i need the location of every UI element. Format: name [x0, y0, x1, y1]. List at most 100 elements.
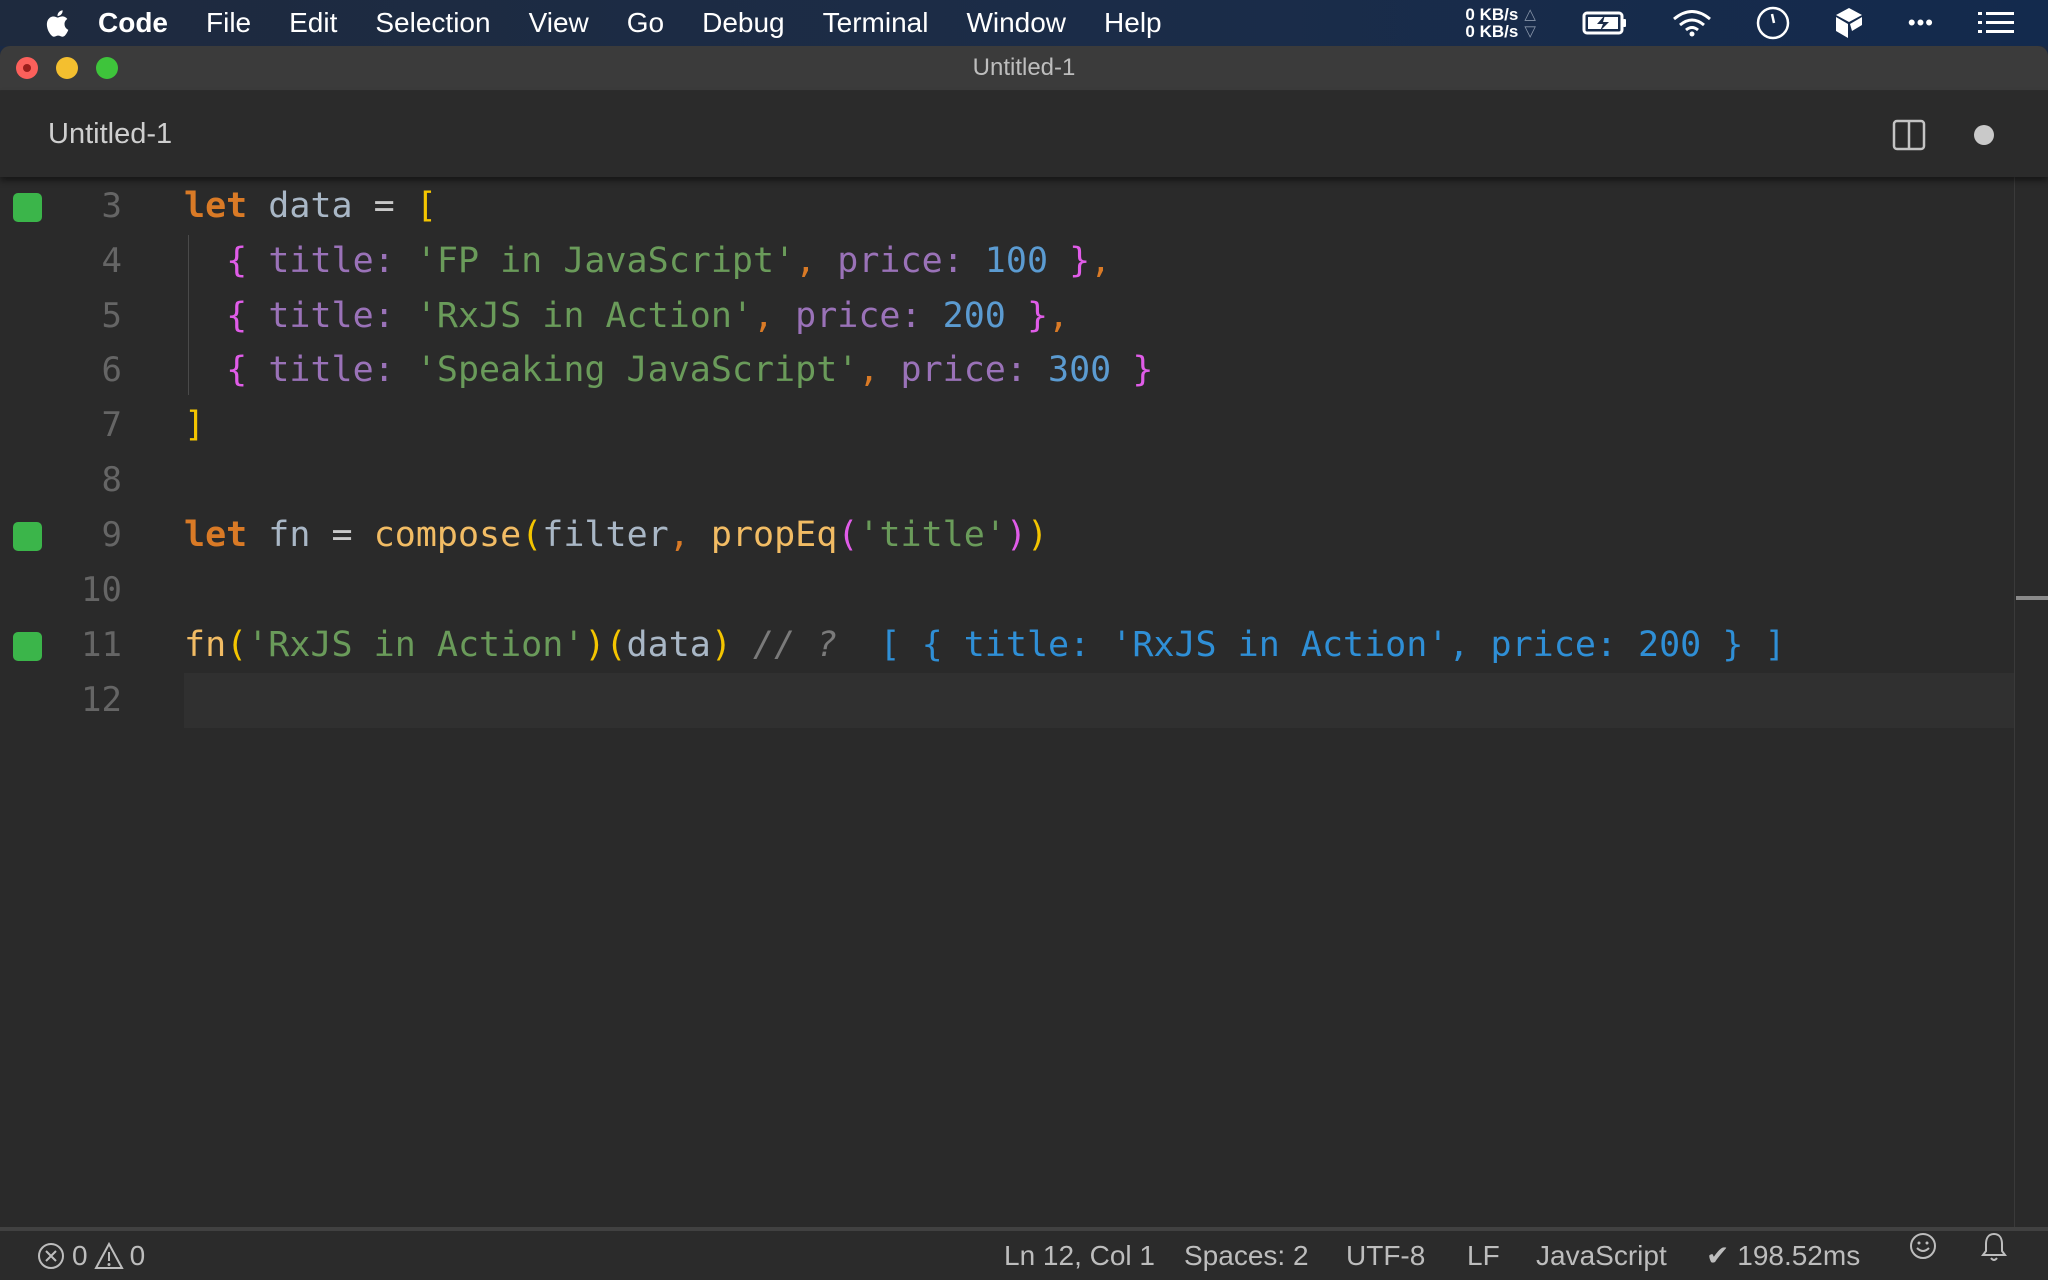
code-token: ,: [1090, 241, 1112, 281]
more-dots: •••: [1907, 10, 1934, 35]
line-number: 11: [81, 625, 122, 665]
code-token: ,: [1048, 296, 1070, 336]
coverage-marker: [13, 522, 42, 551]
code-token: (: [226, 625, 248, 665]
code-text: { title: 'RxJS in Action', price: 200 },: [184, 289, 1069, 344]
problems-indicator[interactable]: 0 0: [36, 1231, 145, 1280]
menu-debug[interactable]: Debug: [702, 7, 785, 39]
menu-view[interactable]: View: [529, 7, 589, 39]
menu-edit[interactable]: Edit: [289, 7, 337, 39]
more-icon[interactable]: •••: [1908, 10, 1934, 36]
code-token: }: [1132, 350, 1154, 390]
code-token: data: [626, 625, 711, 665]
code-token: ,: [858, 350, 880, 390]
inline-result: [ { title: 'RxJS in Action', price: 200 …: [879, 625, 1786, 665]
upload-arrow-icon: △: [1524, 6, 1536, 23]
code-token: =: [331, 515, 353, 555]
wifi-icon[interactable]: [1672, 9, 1712, 37]
code-token: ): [1005, 515, 1027, 555]
code-text: { title: 'FP in JavaScript', price: 100 …: [184, 234, 1111, 289]
code-token: price: [795, 296, 901, 336]
code-token: {: [226, 241, 248, 281]
code-token: (: [605, 625, 627, 665]
menu-go[interactable]: Go: [627, 7, 664, 39]
code-token: ,: [795, 241, 817, 281]
code-text: let fn = compose(filter, propEq('title')…: [184, 508, 1048, 563]
cursor-position[interactable]: Ln 12, Col 1: [1004, 1231, 1155, 1280]
code-token: ]: [184, 405, 206, 445]
network-speed-widget[interactable]: 0 KB/s 0 KB/s △ ▽: [1465, 6, 1535, 40]
coverage-marker: [13, 193, 42, 222]
code-token: let: [184, 186, 248, 226]
line-number: 5: [101, 296, 122, 336]
code-token: 'FP in JavaScript': [415, 241, 796, 281]
code-token: title: [268, 241, 374, 281]
code-token: 100: [984, 241, 1049, 281]
code-line: 9 let fn = compose(filter, propEq('title…: [0, 508, 2014, 563]
line-number: 7: [101, 405, 122, 445]
vertical-scrollbar[interactable]: [2014, 177, 2015, 1227]
notification-center-icon[interactable]: [1978, 11, 2014, 35]
code-token: 200: [942, 296, 1006, 336]
code-token: data: [268, 186, 353, 226]
quokka-timing[interactable]: ✔ 198.52ms: [1706, 1231, 1860, 1280]
code-token: 'title': [858, 515, 1006, 555]
code-token: (: [837, 515, 859, 555]
line-number: 12: [81, 680, 122, 720]
clock-icon[interactable]: [1756, 6, 1790, 40]
menu-selection[interactable]: Selection: [375, 7, 490, 39]
dropbox-style-box-icon[interactable]: [1834, 7, 1864, 39]
tab-untitled-1[interactable]: Untitled-1: [48, 91, 172, 177]
menu-file[interactable]: File: [206, 7, 251, 39]
code-token: fn: [268, 515, 311, 555]
line-number: 8: [101, 460, 122, 500]
eol-setting[interactable]: LF: [1467, 1231, 1500, 1280]
code-token: }: [1026, 296, 1049, 336]
code-token: 'Speaking JavaScript': [415, 350, 859, 390]
code-token: :: [942, 241, 964, 281]
code-text: fn('RxJS in Action')(data) // ? [ { titl…: [184, 618, 1786, 673]
code-token: ): [710, 625, 732, 665]
code-text: let data = [: [184, 179, 437, 234]
battery-charging-icon[interactable]: [1582, 11, 1628, 35]
encoding-setting[interactable]: UTF-8: [1346, 1231, 1425, 1280]
code-editor[interactable]: 3 let data = [ 4 { title: 'FP in JavaScr…: [0, 177, 2048, 1227]
coverage-marker: [13, 632, 42, 661]
feedback-smiley-icon[interactable]: [1908, 1231, 1938, 1261]
code-line: 10: [0, 563, 2014, 618]
code-token: ,: [668, 515, 690, 555]
unsaved-changes-dot-icon[interactable]: [1974, 125, 1994, 145]
code-token: price: [837, 241, 943, 281]
line-number: 9: [101, 515, 122, 555]
code-token: :: [373, 296, 395, 336]
code-line: 5 { title: 'RxJS in Action', price: 200 …: [0, 289, 2014, 344]
code-token: fn: [184, 625, 227, 665]
menu-window[interactable]: Window: [966, 7, 1066, 39]
language-mode[interactable]: JavaScript: [1536, 1231, 1667, 1280]
code-token: :: [1005, 350, 1027, 390]
code-token: ,: [752, 296, 775, 336]
code-token: price: [900, 350, 1006, 390]
code-token: :: [373, 241, 395, 281]
indentation-setting[interactable]: Spaces: 2: [1184, 1231, 1309, 1280]
apple-icon[interactable]: [42, 8, 70, 38]
code-token: filter: [542, 515, 669, 555]
code-line: 4 { title: 'FP in JavaScript', price: 10…: [0, 234, 2014, 289]
code-line: 7 ]: [0, 398, 2014, 453]
split-editor-icon[interactable]: [1892, 119, 1926, 151]
overview-ruler-marker: [2016, 596, 2048, 600]
warning-count: 0: [129, 1240, 146, 1271]
notifications-bell-icon[interactable]: [1980, 1231, 2008, 1263]
error-icon: [38, 1243, 64, 1269]
code-token: 'RxJS in Action': [247, 625, 585, 665]
code-token: (: [521, 515, 543, 555]
window-title: Untitled-1: [972, 54, 1076, 81]
code-line: 6 { title: 'Speaking JavaScript', price:…: [0, 343, 2014, 398]
warning-icon: [93, 1241, 124, 1269]
line-number: 3: [101, 186, 122, 226]
line-number: 6: [101, 350, 122, 390]
menu-help[interactable]: Help: [1104, 7, 1162, 39]
download-rate: 0 KB/s: [1465, 22, 1519, 41]
menu-app-code[interactable]: Code: [98, 7, 168, 39]
menu-terminal[interactable]: Terminal: [823, 7, 929, 39]
